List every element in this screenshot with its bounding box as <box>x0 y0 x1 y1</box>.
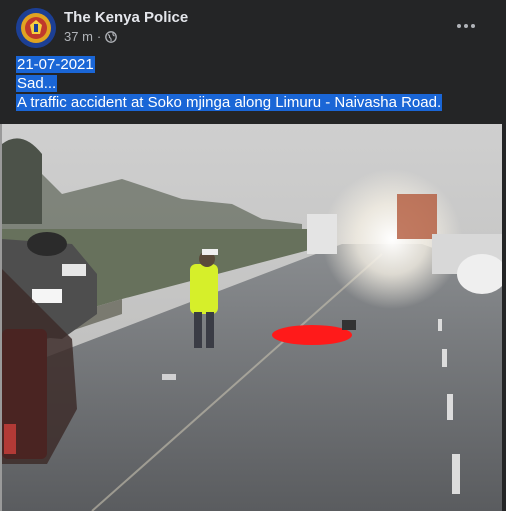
post-photo[interactable] <box>0 124 504 511</box>
post-meta: 37 m · <box>64 29 118 44</box>
globe-icon[interactable] <box>105 30 118 43</box>
post-text: 21-07-2021 Sad... A traffic accident at … <box>16 55 496 112</box>
post-timestamp[interactable]: 37 m <box>64 29 93 44</box>
more-options-button[interactable] <box>448 14 484 38</box>
post-description-line: A traffic accident at Soko mjinga along … <box>16 94 443 111</box>
page-avatar[interactable] <box>16 8 56 48</box>
photo-right-edge <box>502 124 506 511</box>
post-sad-line: Sad... <box>16 75 58 92</box>
page-name-link[interactable]: The Kenya Police <box>64 9 188 26</box>
meta-separator: · <box>96 29 102 44</box>
post-header: The Kenya Police 37 m · <box>0 0 506 52</box>
more-options-icon <box>457 24 461 28</box>
facebook-post: The Kenya Police 37 m · 21-07-2021 Sad..… <box>0 0 506 511</box>
police-badge-icon <box>16 8 56 48</box>
accident-scene-photo <box>2 124 504 511</box>
post-date-line: 21-07-2021 <box>16 56 95 73</box>
